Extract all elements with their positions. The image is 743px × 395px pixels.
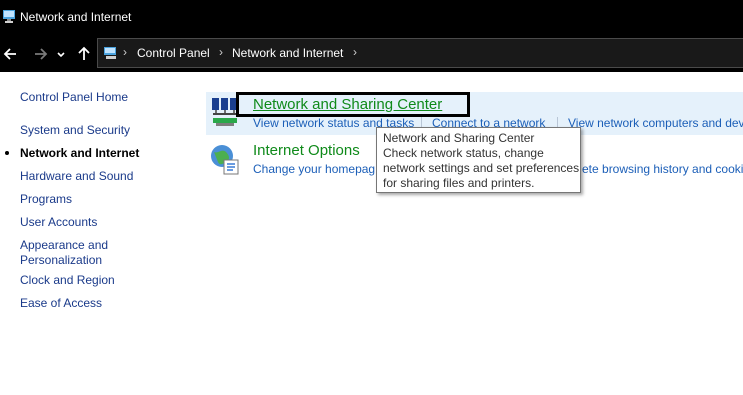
tooltip-title: Network and Sharing Center [383,131,535,145]
sidebar-item-control-panel-home[interactable]: Control Panel Home [20,90,128,105]
breadcrumb-separator[interactable]: › [219,45,223,59]
arrow-right-icon[interactable] [30,44,50,64]
control-panel-icon [104,47,116,59]
arrow-left-icon[interactable] [1,44,21,64]
sidebar-item-clock-region[interactable]: Clock and Region [20,273,115,288]
sidebar-item-appearance[interactable]: Appearance and [20,238,108,253]
breadcrumb-separator[interactable]: › [353,45,357,59]
sidebar-item-network-internet[interactable]: Network and Internet [20,146,139,161]
network-sharing-center-link[interactable]: Network and Sharing Center [253,96,442,113]
view-network-computers-link[interactable]: View network computers and dev [568,116,743,130]
sidebar-item-personalization[interactable]: Personalization [20,253,102,268]
address-bar[interactable]: › Control Panel › Network and Internet › [97,38,743,68]
sidebar-item-user-accounts[interactable]: User Accounts [20,215,97,230]
title-bar: Network and Internet [0,0,743,36]
internet-options-link[interactable]: Internet Options [253,142,360,159]
sidebar: Control Panel Home System and Security N… [0,72,190,395]
navigation-bar: › Control Panel › Network and Internet › [0,36,743,72]
sidebar-item-system-security[interactable]: System and Security [20,123,130,138]
chevron-down-icon[interactable] [54,44,68,64]
internet-options-icon [211,145,239,175]
tooltip: Network and Sharing Center Check network… [376,127,581,193]
breadcrumb-network-internet[interactable]: Network and Internet [232,46,343,60]
tooltip-text: Check network status, change [383,146,544,160]
control-panel-icon [3,10,15,23]
change-homepage-link[interactable]: Change your homepag [253,162,375,176]
sidebar-item-programs[interactable]: Programs [20,192,72,207]
active-indicator [5,151,9,155]
window-title: Network and Internet [20,10,132,24]
delete-browsing-history-link[interactable]: ete browsing history and cookie [582,162,743,176]
breadcrumb-control-panel[interactable]: Control Panel [137,46,210,60]
tooltip-text: network settings and set preferences [383,161,580,175]
sidebar-item-ease-of-access[interactable]: Ease of Access [20,296,102,311]
tooltip-text: for sharing files and printers. [383,176,535,190]
breadcrumb-separator: › [123,45,127,59]
sidebar-item-hardware-sound[interactable]: Hardware and Sound [20,169,133,184]
arrow-up-icon[interactable] [74,44,94,64]
